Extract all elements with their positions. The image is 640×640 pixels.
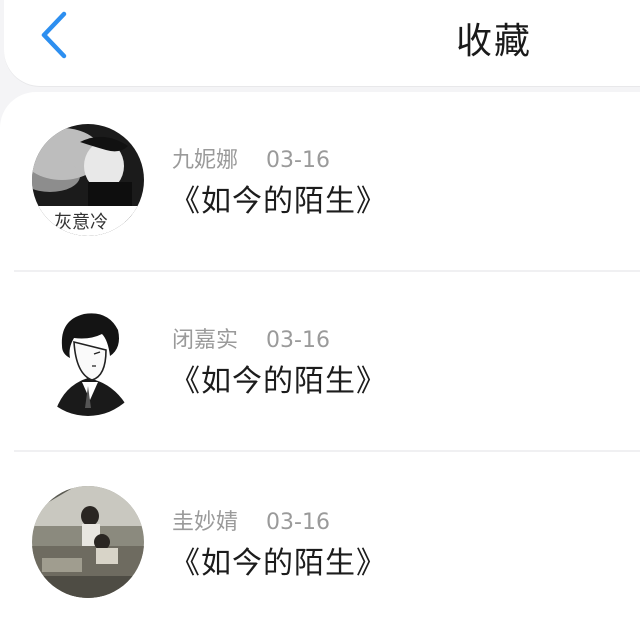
chevron-left-icon [41, 11, 67, 59]
header-bar: 收藏 [4, 0, 640, 86]
username: 九妮娜 [172, 148, 239, 173]
user-avatar-illustration [32, 304, 144, 416]
avatar[interactable] [32, 304, 144, 416]
username: 圭妙婧 [172, 510, 239, 535]
item-meta: 圭妙婧 03-16 [172, 504, 330, 536]
post-title[interactable]: 《如今的陌生》 [170, 538, 387, 582]
date-label: 03-16 [266, 328, 330, 353]
divider [14, 450, 640, 452]
favorite-item[interactable]: 灰意冷 九妮娜 03-16 《如今的陌生》 [0, 92, 640, 272]
favorites-screen: 收藏 灰意冷 九妮娜 03-16 《如今的陌生》 闭嘉实 03-16 《如今的陌… [0, 0, 640, 640]
item-meta: 闭嘉实 03-16 [172, 322, 330, 354]
page-title: 收藏 [455, 21, 532, 62]
user-avatar-photo [32, 486, 144, 598]
back-button[interactable] [34, 8, 74, 62]
post-title[interactable]: 《如今的陌生》 [170, 176, 387, 220]
username: 闭嘉实 [172, 328, 239, 353]
svg-text:灰意冷: 灰意冷 [54, 212, 108, 233]
user-avatar-photo: 灰意冷 [32, 124, 144, 236]
item-meta: 九妮娜 03-16 [172, 142, 330, 174]
date-label: 03-16 [266, 510, 330, 535]
post-title[interactable]: 《如今的陌生》 [170, 356, 387, 400]
favorites-list: 灰意冷 九妮娜 03-16 《如今的陌生》 闭嘉实 03-16 《如今的陌生》 … [0, 92, 640, 640]
favorite-item[interactable]: 圭妙婧 03-16 《如今的陌生》 [0, 454, 640, 634]
favorite-item[interactable]: 闭嘉实 03-16 《如今的陌生》 [0, 272, 640, 452]
avatar[interactable] [32, 486, 144, 598]
avatar[interactable]: 灰意冷 [32, 124, 144, 236]
date-label: 03-16 [266, 148, 330, 173]
